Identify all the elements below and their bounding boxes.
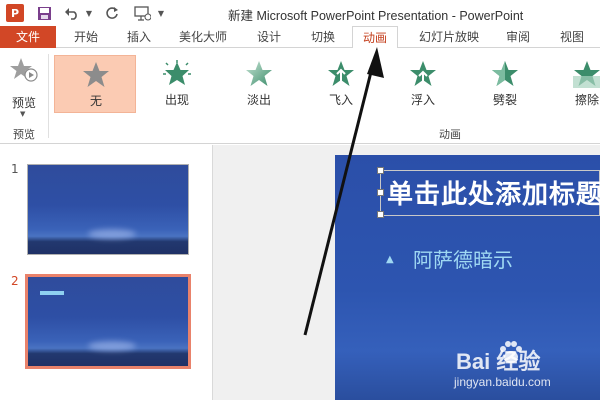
animation-split[interactable]: 劈裂: [464, 55, 546, 113]
animation-group-label: 动画: [439, 128, 461, 141]
baidu-paw-logo: [500, 341, 522, 363]
animation-label: 淡出: [246, 93, 271, 107]
bullet-marker-icon: ▲: [386, 254, 394, 265]
animation-label: 擦除: [574, 93, 599, 107]
star-none-icon: [83, 62, 109, 87]
tab-review[interactable]: 审阅: [496, 26, 540, 48]
repeat-icon[interactable]: [104, 3, 120, 23]
tab-design[interactable]: 设计: [246, 26, 292, 48]
slide-title[interactable]: 单击此处添加标题: [387, 174, 600, 211]
animation-label: 飞入: [328, 93, 353, 107]
powerpoint-app-icon[interactable]: P: [6, 4, 24, 22]
title-bar: P ▼ ▼ 新建 Microsoft PowerPoint Presentati…: [0, 0, 600, 26]
resize-handle[interactable]: [377, 167, 384, 174]
animation-appear[interactable]: 出现: [136, 55, 218, 113]
start-from-beginning-icon[interactable]: [132, 3, 152, 23]
animation-wipe[interactable]: 擦除: [546, 55, 600, 113]
tab-file[interactable]: 文件: [0, 26, 56, 48]
star-fly-in-icon: [328, 61, 354, 86]
animation-label: 无: [89, 94, 102, 108]
slide-thumbnails-pane: 1 2: [0, 145, 210, 400]
tab-insert[interactable]: 插入: [116, 26, 162, 48]
window-title: 新建 Microsoft PowerPoint Presentation - P…: [228, 9, 524, 23]
preview-dropdown-icon[interactable]: ▼: [20, 110, 25, 118]
tab-home[interactable]: 开始: [62, 26, 110, 48]
thumbnail-horizon-glow: [88, 341, 136, 351]
undo-dropdown-icon[interactable]: ▼: [84, 3, 94, 23]
star-fade-icon: [246, 61, 272, 86]
slide-bullet-text[interactable]: 阿萨德暗示: [413, 244, 513, 273]
undo-icon[interactable]: [64, 3, 80, 23]
star-wipe-icon: [573, 61, 600, 88]
tab-view[interactable]: 视图: [550, 26, 594, 48]
preview-star-icon: [10, 58, 38, 82]
tab-animations[interactable]: 动画: [352, 26, 398, 49]
thumbnail-horizon-glow: [88, 229, 136, 239]
preview-button[interactable]: 预览 ▼: [2, 54, 46, 118]
slide-number: 1: [11, 162, 19, 176]
animation-label: 浮入: [410, 93, 435, 107]
animation-fly-in[interactable]: 飞入: [300, 55, 382, 113]
slide-number-selected: 2: [11, 274, 19, 288]
save-icon[interactable]: [36, 3, 52, 23]
animations-ribbon: 预览 ▼ 预览 无 出现 淡出 飞入 浮入 劈裂 擦除 动画: [0, 48, 600, 144]
star-appear-icon: [163, 60, 191, 85]
ribbon-tabs: 文件 开始 插入 美化大师 设计 切换 动画 幻灯片放映 审阅 视图: [0, 26, 600, 49]
tab-transitions[interactable]: 切换: [300, 26, 346, 48]
animation-gallery: 无 出现 淡出 飞入 浮入 劈裂 擦除: [54, 55, 600, 113]
group-divider: [48, 54, 49, 138]
preview-label: 预览: [11, 96, 36, 110]
thumbnail-title-placeholder: [40, 291, 64, 295]
animation-fade[interactable]: 淡出: [218, 55, 300, 113]
powerpoint-window: P ▼ ▼ 新建 Microsoft PowerPoint Presentati…: [0, 0, 600, 400]
animation-float-in[interactable]: 浮入: [382, 55, 464, 113]
preview-group-label: 预览: [13, 128, 35, 141]
resize-handle[interactable]: [377, 211, 384, 218]
animation-label: 出现: [164, 93, 189, 107]
slide-thumbnail-2[interactable]: [25, 274, 191, 369]
tab-slideshow[interactable]: 幻灯片放映: [408, 26, 490, 48]
baidu-watermark-url: jingyan.baidu.com: [454, 375, 551, 389]
slide-thumbnail-1[interactable]: [27, 164, 189, 255]
star-split-icon: [492, 61, 518, 86]
animation-none[interactable]: 无: [54, 55, 136, 113]
animation-label: 劈裂: [492, 93, 517, 107]
resize-handle[interactable]: [377, 189, 384, 196]
tab-beautify-master[interactable]: 美化大师: [170, 26, 236, 48]
customize-qat-icon[interactable]: ▼: [156, 3, 166, 23]
star-float-in-icon: [410, 61, 436, 86]
